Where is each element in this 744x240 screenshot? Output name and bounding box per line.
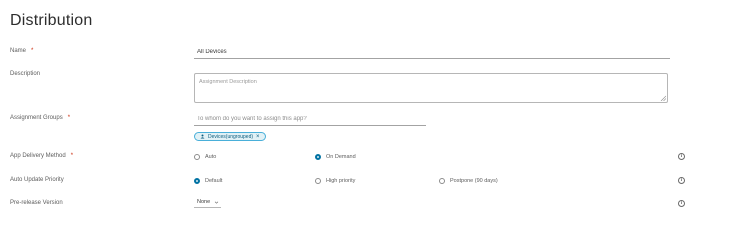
description-label: Description — [10, 71, 41, 77]
pre-release-version-label: Pre-release Version — [10, 200, 63, 206]
radio-default[interactable]: Default — [194, 178, 222, 184]
select-value: None — [197, 199, 211, 205]
radio-label: High priority — [326, 178, 356, 184]
assignment-groups-search-input[interactable] — [194, 114, 426, 126]
name-label-text: Name — [10, 48, 27, 54]
radio-high-priority[interactable]: High priority — [315, 178, 355, 184]
close-icon[interactable]: × — [256, 134, 260, 140]
page-title: Distribution — [10, 12, 93, 29]
info-icon[interactable]: i — [678, 153, 685, 160]
required-mark: * — [70, 153, 74, 159]
name-label: Name * — [10, 48, 33, 54]
group-icon — [200, 134, 205, 139]
radio-label: Default — [205, 178, 223, 184]
app-delivery-method-label: App Delivery Method * — [10, 153, 73, 159]
radio-label: Auto — [205, 154, 217, 160]
info-icon[interactable]: i — [678, 177, 685, 184]
app-delivery-method-label-text: App Delivery Method — [10, 153, 66, 159]
name-input[interactable] — [194, 47, 670, 59]
chip-label: Devices(ungrouped) — [208, 133, 254, 140]
pre-release-version-select[interactable]: None — [194, 199, 222, 208]
required-mark: * — [31, 48, 34, 54]
radio-button[interactable] — [439, 178, 445, 184]
radio-button-selected[interactable] — [315, 154, 321, 160]
radio-button-selected[interactable] — [194, 178, 200, 184]
radio-auto[interactable]: Auto — [194, 154, 216, 160]
assignment-groups-label: Assignment Groups * — [10, 115, 70, 121]
radio-on-demand[interactable]: On Demand — [315, 154, 356, 160]
radio-button[interactable] — [194, 154, 200, 160]
radio-postpone[interactable]: Postpone (90 days) — [439, 178, 498, 184]
radio-label: On Demand — [326, 154, 356, 160]
auto-update-priority-label: Auto Update Priority — [10, 177, 64, 183]
required-mark: * — [67, 115, 71, 121]
chevron-down-icon — [214, 201, 219, 204]
assignment-group-chip: Devices(ungrouped) × — [194, 132, 266, 141]
info-icon[interactable]: i — [678, 200, 685, 207]
description-textarea[interactable] — [194, 73, 668, 103]
radio-button[interactable] — [315, 178, 321, 184]
assignment-groups-label-text: Assignment Groups — [10, 115, 63, 121]
radio-label: Postpone (90 days) — [450, 178, 498, 184]
